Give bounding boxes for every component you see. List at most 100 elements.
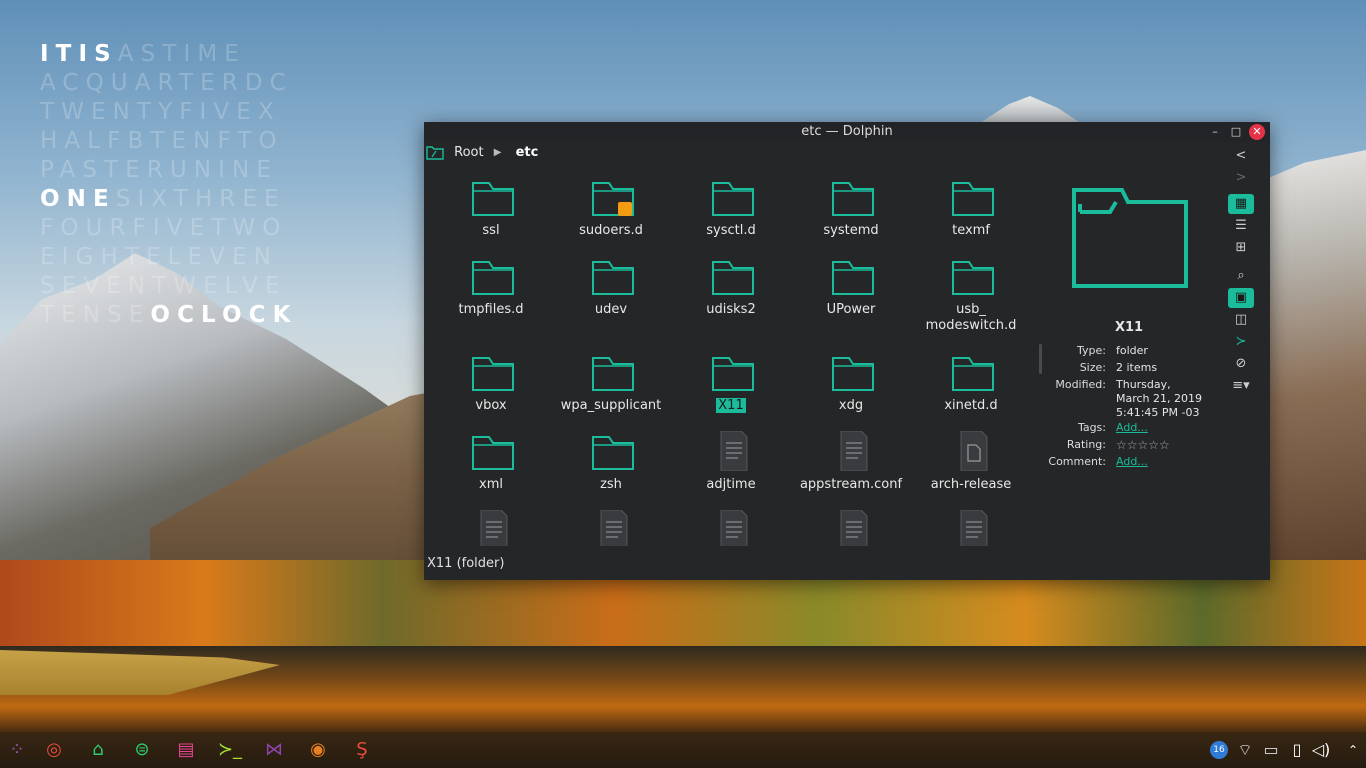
split-icon[interactable]: ◫ xyxy=(1228,310,1254,330)
folder-icon xyxy=(472,436,514,470)
folder-item[interactable]: zsh xyxy=(551,428,671,506)
word-clock-row: HALFBTENFTO xyxy=(40,128,284,154)
word-clock-row: EIGHTELEVEN xyxy=(40,244,278,270)
folder-item[interactable]: vbox xyxy=(431,349,551,427)
text-file-icon xyxy=(480,510,508,546)
compact-view-icon[interactable]: ☰ xyxy=(1228,216,1254,236)
breadcrumb-root[interactable]: Root xyxy=(454,142,483,164)
dolphin-window: etc — Dolphin – □ ✕ Root ▶ etc ssl sudoer… xyxy=(424,122,1270,580)
info-title: X11 xyxy=(1114,320,1144,335)
window-titlebar[interactable]: etc — Dolphin – □ ✕ xyxy=(424,122,1270,142)
file-grid: ssl sudoers.d sysctl.d systemd texmf tmpfiles… xyxy=(431,174,1031,546)
folder-item[interactable]: X11 xyxy=(671,349,791,427)
folder-item[interactable]: xinetd.d xyxy=(911,349,1031,427)
taskbar: ⁘ ◎ ⌂ ⊜ ▤ ≻_ ⋈ ◉ Ş 16 ⌔ ▭ ▯ ◁) ⌃ xyxy=(0,732,1366,768)
search-icon[interactable]: ⌕ xyxy=(1228,266,1254,286)
terminal-icon[interactable]: ≻ xyxy=(1228,332,1254,352)
hidden-files-icon[interactable]: ⊘ xyxy=(1228,354,1254,374)
rating-stars[interactable]: ☆☆☆☆☆ xyxy=(1116,438,1226,452)
folder-icon xyxy=(712,261,754,295)
file-item[interactable] xyxy=(791,507,911,546)
expand-tray-icon[interactable]: ⌃ xyxy=(1344,736,1362,764)
visual-studio-icon[interactable]: ⋈ xyxy=(259,736,289,764)
folder-item[interactable]: UPower xyxy=(791,253,911,331)
word-clock-widget: ITISASTIME ACQUARTERDC TWENTYFIVEX HALFB… xyxy=(40,40,320,330)
item-label: zsh xyxy=(600,477,622,492)
folder-icon xyxy=(712,357,754,391)
item-label: systemd xyxy=(823,223,879,238)
item-label: xdg xyxy=(838,398,864,413)
folder-item[interactable]: xdg xyxy=(791,349,911,427)
breadcrumb-current[interactable]: etc xyxy=(516,142,539,164)
forward-icon[interactable]: > xyxy=(1228,168,1254,188)
root-folder-icon[interactable] xyxy=(426,146,444,160)
back-icon[interactable]: < xyxy=(1228,146,1254,166)
folder-item[interactable]: udisks2 xyxy=(671,253,791,331)
folder-icon xyxy=(832,357,874,391)
status-bar: X11 (folder) xyxy=(427,556,505,571)
folder-icon xyxy=(472,357,514,391)
wifi-icon[interactable]: ⌔ xyxy=(1234,736,1256,764)
folder-icon xyxy=(832,182,874,216)
text-file-icon xyxy=(960,510,988,546)
file-item[interactable] xyxy=(671,507,791,546)
item-label: xinetd.d xyxy=(944,398,998,413)
word-clock-row: FOURFIVETWO xyxy=(40,215,288,241)
word-clock-row: SEVENTWELVE xyxy=(40,273,287,299)
folder-item[interactable]: tmpfiles.d xyxy=(431,253,551,331)
clipboard-icon[interactable]: ▯ xyxy=(1286,736,1308,764)
file-manager-icon[interactable]: ⌂ xyxy=(83,736,113,764)
folder-item[interactable]: wpa_supplicant xyxy=(551,349,671,427)
word-clock-row: TWENTYFIVEX xyxy=(40,99,281,125)
file-item[interactable] xyxy=(551,507,671,546)
sublime-icon[interactable]: Ş xyxy=(347,736,377,764)
word-clock-row: PASTERUNINE xyxy=(40,157,278,183)
add-tags-link[interactable]: Add... xyxy=(1116,421,1226,435)
folder-item[interactable]: systemd xyxy=(791,174,911,252)
word-clock-row: TENSEOCLOCK xyxy=(40,302,298,328)
information-panel: X11 Type: folder Size: 2 items Modified:… xyxy=(1042,162,1232,542)
file-item[interactable]: appstream.conf xyxy=(791,428,911,506)
close-button[interactable]: ✕ xyxy=(1249,124,1265,140)
file-item[interactable]: arch-release xyxy=(911,428,1031,506)
folder-item[interactable]: usb_ modeswitch.d xyxy=(911,253,1031,333)
folder-icon xyxy=(952,357,994,391)
terminal-app-icon[interactable]: ≻_ xyxy=(215,736,245,764)
icons-view-icon[interactable]: ▦ xyxy=(1228,194,1254,214)
folder-item[interactable]: sudoers.d xyxy=(551,174,671,252)
word-clock-row: ACQUARTERDC xyxy=(40,70,293,96)
item-label: udisks2 xyxy=(706,302,756,317)
item-label: adjtime xyxy=(706,477,756,492)
folder-item[interactable]: xml xyxy=(431,428,551,506)
text-file-icon xyxy=(840,431,868,471)
folder-preview-icon xyxy=(1072,188,1188,288)
menu-icon[interactable]: ≡▾ xyxy=(1228,376,1254,396)
preview-icon[interactable]: ▣ xyxy=(1228,288,1254,308)
file-item[interactable] xyxy=(431,507,551,546)
volume-icon[interactable]: ◁) xyxy=(1310,736,1332,764)
folder-icon xyxy=(832,261,874,295)
vertical-toolbar: < > ▦ ☰ ⊞ ⌕ ▣ ◫ ≻ ⊘ ≡▾ xyxy=(1228,146,1254,406)
folder-item[interactable]: texmf xyxy=(911,174,1031,252)
folder-icon xyxy=(952,182,994,216)
file-item[interactable] xyxy=(911,507,1031,546)
firefox-icon[interactable]: ◎ xyxy=(39,736,69,764)
maximize-button[interactable]: □ xyxy=(1228,124,1244,140)
notification-badge[interactable]: 16 xyxy=(1210,741,1228,759)
chrome-icon[interactable]: ◉ xyxy=(303,736,333,764)
text-editor-icon[interactable]: ▤ xyxy=(171,736,201,764)
folder-icon xyxy=(952,261,994,295)
folder-icon xyxy=(472,261,514,295)
folder-item[interactable]: ssl xyxy=(431,174,551,252)
window-title: etc — Dolphin xyxy=(801,124,893,139)
item-label: X11 xyxy=(716,398,746,413)
folder-item[interactable]: udev xyxy=(551,253,671,331)
details-view-icon[interactable]: ⊞ xyxy=(1228,238,1254,258)
minimize-button[interactable]: – xyxy=(1207,124,1223,140)
folder-item[interactable]: sysctl.d xyxy=(671,174,791,252)
settings-icon[interactable]: ⊜ xyxy=(127,736,157,764)
app-launcher-icon[interactable]: ⁘ xyxy=(2,736,32,764)
file-item[interactable]: adjtime xyxy=(671,428,791,506)
device-folder-icon[interactable]: ▭ xyxy=(1260,736,1282,764)
add-comment-link[interactable]: Add... xyxy=(1116,455,1226,469)
